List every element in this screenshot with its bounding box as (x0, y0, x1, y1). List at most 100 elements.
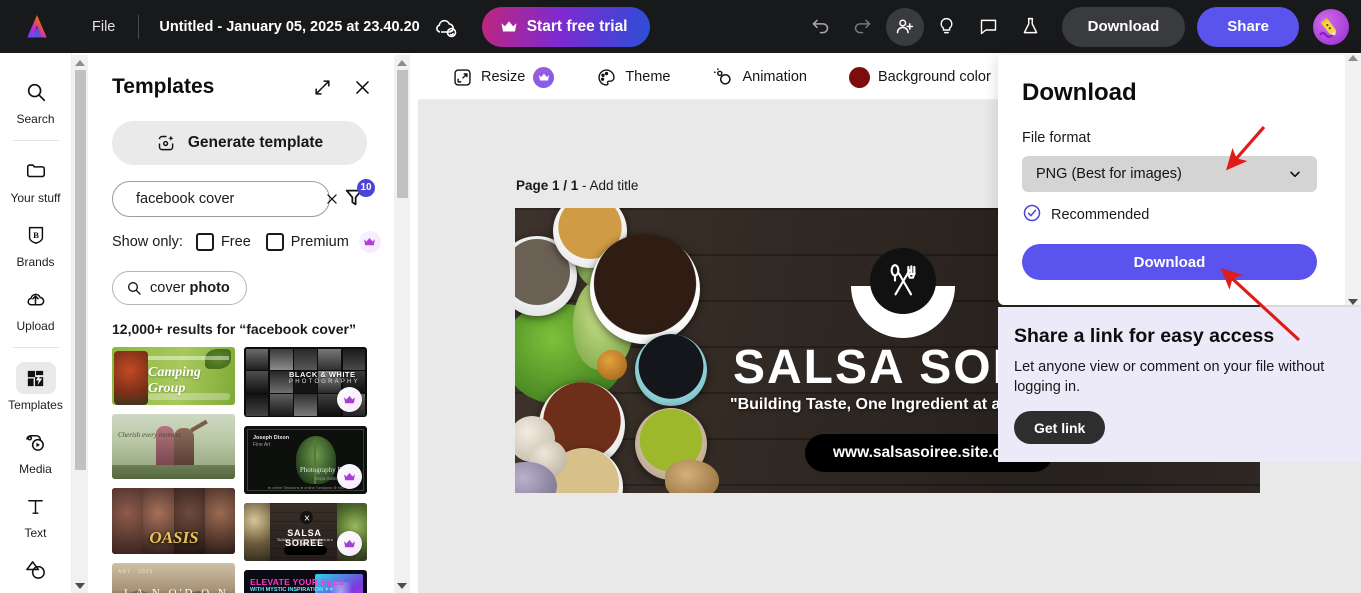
avatar[interactable] (1313, 8, 1349, 45)
color-swatch-icon (848, 66, 870, 88)
rail-scroll-up-icon[interactable] (72, 55, 88, 70)
tool-resize[interactable]: Resize (440, 60, 566, 94)
template-card[interactable]: Cherish every moment (112, 414, 235, 479)
clear-x-icon[interactable] (323, 192, 341, 206)
panel-scroll-thumb[interactable] (396, 70, 408, 198)
premium-crown-badge (337, 387, 362, 412)
show-only-row: Show only: Free Premium (112, 231, 388, 253)
download-confirm-button[interactable]: Download (1022, 244, 1317, 280)
templates-panel: Templates Generate template facebook cov… (90, 55, 388, 593)
rail-scroll-down-icon[interactable] (72, 578, 88, 593)
generate-template-label: Generate template (187, 134, 324, 151)
template-card[interactable]: Joseph Dixon Fine Art Photography Exhibi… (244, 426, 367, 494)
search-icon (128, 282, 141, 295)
adobe-express-logo-icon[interactable] (22, 12, 52, 42)
close-icon[interactable] (346, 71, 378, 103)
panel-scrollbar[interactable] (394, 55, 410, 593)
rail-separator-2 (12, 347, 59, 348)
search-input-wrapper[interactable] (112, 181, 337, 217)
animation-icon (714, 68, 732, 85)
file-format-select[interactable]: PNG (Best for images) (1022, 156, 1317, 192)
suggested-search-chip[interactable]: cover photo (112, 271, 247, 305)
panel-scroll-up-icon[interactable] (394, 55, 410, 70)
sidebar-item-elements[interactable] (5, 547, 67, 591)
undo-icon[interactable] (802, 8, 840, 46)
start-free-trial-button[interactable]: Start free trial (481, 6, 650, 47)
download-panel: Download File format PNG (Best for image… (998, 55, 1361, 305)
generate-template-button[interactable]: Generate template (112, 121, 367, 165)
user-avatar-pencil-icon (1319, 17, 1336, 38)
tool-animation[interactable]: Animation (700, 60, 818, 94)
redo-icon[interactable] (844, 8, 882, 46)
sidebar-item-media[interactable]: Media (5, 419, 67, 481)
download-panel-body: Download File format PNG (Best for image… (998, 55, 1338, 280)
free-label: Free (220, 234, 251, 250)
premium-checkbox[interactable] (265, 233, 284, 251)
tool-background-color[interactable]: Background color (837, 60, 1003, 94)
download-button[interactable]: Download (1061, 6, 1186, 47)
templates-icon (15, 362, 56, 394)
sidebar-item-upload[interactable]: Upload (5, 276, 67, 338)
get-link-button[interactable]: Get link (1014, 411, 1106, 444)
sidebar-item-templates[interactable]: Templates (5, 355, 67, 417)
template-card[interactable]: Camping Group (112, 347, 235, 405)
folder-icon (16, 155, 56, 187)
expand-diagonal-icon[interactable] (306, 71, 338, 103)
rail-scrollbar[interactable] (72, 55, 88, 593)
results-count: 12,000+ results for “facebook cover” (112, 321, 356, 337)
template-card[interactable]: ART · 2023 I A N O'D O N N E L L SITE.CO… (112, 563, 235, 593)
check-circle-icon (1022, 203, 1042, 227)
template-search-row: 10 (112, 178, 388, 217)
sidebar-item-search[interactable]: Search (5, 69, 67, 131)
search-input[interactable] (136, 191, 323, 207)
sidebar-label-media: Media (19, 462, 52, 476)
share-button[interactable]: Share (1197, 6, 1299, 47)
template-card[interactable]: SALSA SOIREE "Building Taste, One Ingred… (244, 503, 367, 561)
rail-scroll-thumb[interactable] (74, 70, 86, 470)
sidebar-label-brands: Brands (16, 255, 55, 269)
sidebar-item-brands[interactable]: B Brands (5, 212, 67, 274)
recommended-row: Recommended (1022, 203, 1316, 227)
file-format-value: PNG (Best for images) (1036, 166, 1182, 182)
chip-label: cover photo (150, 280, 230, 296)
lightbulb-icon[interactable] (928, 8, 966, 46)
page-label-rest[interactable]: - Add title (578, 178, 638, 193)
template-column-left: Camping Group Cherish every moment OASIS (112, 347, 235, 593)
template-card[interactable]: BLACK & WHITE PHOTOGRAPHY (244, 347, 367, 417)
recommended-label: Recommended (1051, 207, 1150, 223)
brand-logo-circle (870, 248, 936, 314)
document-title[interactable]: Untitled - January 05, 2025 at 23.40.20 (159, 19, 419, 35)
topbar-divider (138, 14, 140, 39)
flask-icon[interactable] (1012, 8, 1050, 46)
download-panel-scrollbar[interactable] (1345, 55, 1361, 305)
sidebar-item-your-stuff[interactable]: Your stuff (5, 148, 67, 210)
rail-separator-1 (12, 140, 59, 141)
share-card-title: Share a link for easy access (1014, 325, 1275, 347)
add-person-icon[interactable] (885, 7, 924, 46)
file-menu-button[interactable]: File (82, 13, 125, 41)
filter-button[interactable]: 10 (343, 178, 375, 213)
sparkle-generate-icon (158, 135, 174, 150)
free-checkbox[interactable] (195, 233, 214, 251)
sidebar-label-search: Search (16, 112, 55, 126)
download-scroll-up-icon[interactable] (1348, 55, 1358, 61)
panel-scroll-down-icon[interactable] (394, 578, 410, 593)
download-scroll-down-icon[interactable] (1348, 299, 1358, 305)
topbar-actions: Download Share (802, 6, 1361, 47)
sidebar-item-text[interactable]: Text (5, 483, 67, 545)
comment-bubble-icon[interactable] (970, 8, 1008, 46)
crown-icon (358, 231, 381, 253)
brand-shield-icon: B (16, 219, 56, 251)
media-video-icon (16, 426, 56, 458)
template-card[interactable]: OASIS (112, 488, 235, 554)
premium-label: Premium (290, 234, 349, 250)
text-t-icon (16, 490, 56, 522)
crown-icon (533, 66, 555, 88)
tool-theme[interactable]: Theme (584, 60, 682, 94)
search-icon (16, 76, 56, 108)
sidebar-label-text: Text (24, 526, 47, 540)
page-title: Templates (112, 75, 215, 98)
share-card-subtitle: Let anyone view or comment on your file … (1014, 359, 1325, 395)
cloud-sync-icon[interactable] (434, 15, 458, 39)
template-card[interactable]: ELEVATE YOUR FEED WITH MYSTIC INSPIRATIO… (244, 570, 367, 593)
